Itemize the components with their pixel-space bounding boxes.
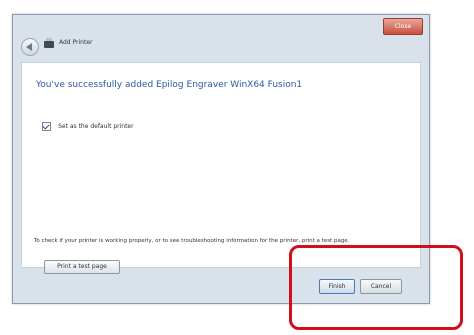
- back-button[interactable]: [21, 38, 39, 56]
- success-heading: You've successfully added Epilog Engrave…: [36, 80, 303, 90]
- test-page-info: To check if your printer is working prop…: [34, 238, 350, 244]
- highlight-annotation: [289, 245, 463, 330]
- close-button[interactable]: Close: [383, 18, 423, 35]
- default-printer-checkbox[interactable]: [42, 122, 51, 131]
- printer-icon: [44, 38, 54, 48]
- default-printer-label: Set as the default printer: [58, 123, 134, 130]
- default-printer-option[interactable]: Set as the default printer: [42, 116, 134, 131]
- window-title: Add Printer: [59, 39, 93, 46]
- titlebar: Add Printer: [13, 34, 429, 60]
- back-arrow-icon: [26, 43, 32, 51]
- wizard-content: You've successfully added Epilog Engrave…: [21, 62, 421, 274]
